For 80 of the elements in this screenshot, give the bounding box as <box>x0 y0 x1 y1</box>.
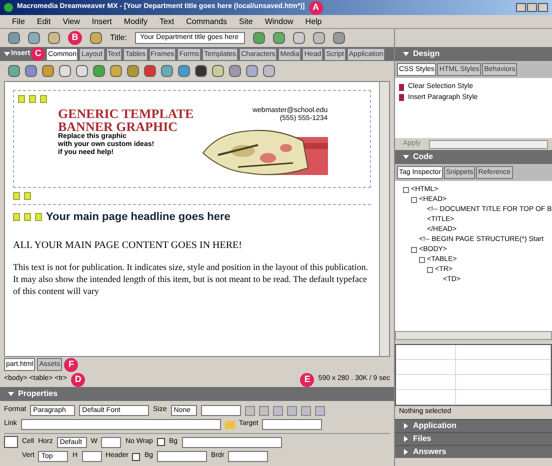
collapse-arrow-icon[interactable] <box>8 391 14 397</box>
menu-item[interactable]: Site <box>239 16 253 28</box>
toolbar-icon[interactable] <box>8 32 20 44</box>
input-field[interactable] <box>157 451 208 462</box>
panel-title[interactable]: Design <box>413 48 440 60</box>
insert-icon[interactable] <box>246 65 258 77</box>
callout-marker: D <box>71 372 86 386</box>
insert-icon[interactable] <box>25 65 37 77</box>
insert-icon[interactable] <box>144 65 156 77</box>
menu-item[interactable]: File <box>12 16 25 28</box>
input-field[interactable] <box>20 419 221 430</box>
menu-item[interactable]: Commands <box>186 16 228 28</box>
title-label: Title: <box>110 32 128 44</box>
insert-icon[interactable] <box>127 65 139 77</box>
insert-icon[interactable] <box>110 65 122 77</box>
checkbox[interactable] <box>132 452 140 460</box>
callout-marker: F <box>64 358 78 372</box>
collapse-arrow-icon[interactable] <box>403 51 409 57</box>
align-icon[interactable] <box>272 406 283 416</box>
toolbar-icon[interactable] <box>28 32 40 44</box>
expand-arrow-icon[interactable] <box>403 422 409 428</box>
insert-icon[interactable] <box>8 65 20 77</box>
body-text: This text is not for publication. It indicates size, style and position in the layout of this publication. It may also show the intended length of this item, but is not meant to be read. The default typeface of this content will vary <box>13 260 369 296</box>
toolbar-icon[interactable] <box>293 32 306 44</box>
insert-icon[interactable] <box>229 65 241 77</box>
callout-marker: E <box>300 372 314 386</box>
toolbar-icon[interactable] <box>90 32 102 44</box>
toolbar-icon[interactable] <box>273 32 286 44</box>
banner-title: GENERIC TEMPLATE <box>58 107 194 120</box>
input-field[interactable] <box>200 405 241 416</box>
menu-item[interactable]: View <box>62 16 80 28</box>
input-field[interactable] <box>228 451 268 462</box>
panel-title[interactable]: Files <box>413 432 432 444</box>
collapse-arrow-icon[interactable] <box>4 51 10 57</box>
style-field[interactable] <box>428 140 548 148</box>
align-icon[interactable] <box>314 406 325 416</box>
insert-icon[interactable] <box>93 65 105 77</box>
callout-marker: A <box>308 0 323 14</box>
panel-title[interactable]: Properties <box>18 388 58 400</box>
align-icon[interactable] <box>300 406 311 416</box>
toolbar-icon[interactable] <box>333 32 346 44</box>
banner-title: BANNER GRAPHIC <box>58 120 179 133</box>
panel-title[interactable]: Answers <box>413 446 446 458</box>
callout-marker: B <box>68 31 82 45</box>
format-icon[interactable] <box>244 406 255 416</box>
app-icon <box>4 3 13 12</box>
toolbar-icon[interactable] <box>48 32 60 44</box>
panel-title[interactable]: Code <box>413 151 433 163</box>
toolbar-icon[interactable] <box>313 32 326 44</box>
input-field[interactable] <box>262 419 322 430</box>
menu-item[interactable]: Text <box>159 16 174 28</box>
menu-item[interactable]: Insert <box>92 16 112 28</box>
cell-icon <box>4 436 18 448</box>
input-field[interactable] <box>82 451 102 462</box>
insert-icon[interactable] <box>161 65 173 77</box>
checkbox[interactable] <box>156 438 165 446</box>
insert-icon[interactable] <box>42 65 54 77</box>
insert-icon[interactable] <box>76 65 88 77</box>
menu-item[interactable]: Modify <box>124 16 148 28</box>
input-field[interactable] <box>101 436 122 448</box>
menu-item[interactable]: Window <box>264 16 294 28</box>
insert-icon[interactable] <box>263 65 275 77</box>
menu-item[interactable]: Help <box>305 16 322 28</box>
insert-icon[interactable] <box>195 65 207 77</box>
scrollbar[interactable] <box>395 331 552 340</box>
headline: Your main page headline goes here <box>46 210 230 225</box>
align-icon[interactable] <box>286 406 297 416</box>
insert-icon[interactable] <box>59 65 71 77</box>
expand-arrow-icon[interactable] <box>403 436 409 442</box>
menu-item[interactable]: Edit <box>36 16 51 28</box>
subheading: ALL YOUR MAIN PAGE CONTENT GOES IN HERE! <box>13 238 243 252</box>
format-icon[interactable] <box>258 406 269 416</box>
collapse-arrow-icon[interactable] <box>403 154 409 160</box>
callout-marker: C <box>31 47 46 61</box>
expand-arrow-icon[interactable] <box>403 448 409 454</box>
insert-icon[interactable] <box>212 65 224 77</box>
toolbar-icon[interactable] <box>253 32 266 44</box>
input-field[interactable] <box>182 436 282 448</box>
insert-icon[interactable] <box>178 65 190 77</box>
scrollbar[interactable] <box>379 82 389 356</box>
